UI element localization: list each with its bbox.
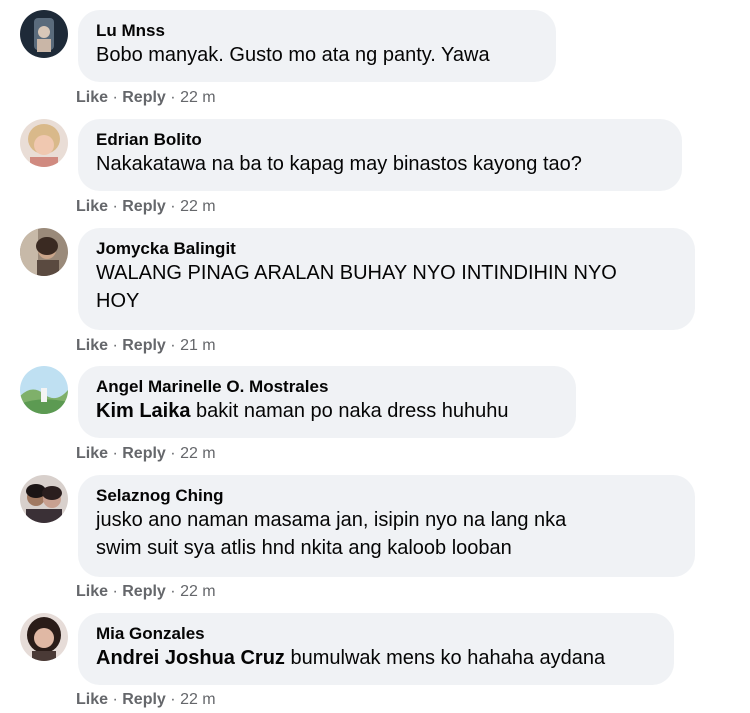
timestamp[interactable]: 21 m <box>180 337 216 354</box>
avatar[interactable] <box>20 613 68 661</box>
comment-actions: Like · Reply · 21 m <box>76 336 216 356</box>
comment-bubble[interactable]: Angel Marinelle O. Mostrales Kim Laika b… <box>78 366 576 438</box>
comment-author[interactable]: Mia Gonzales <box>96 623 656 644</box>
reply-button[interactable]: Reply <box>122 337 166 354</box>
mention-link[interactable]: Andrei Joshua Cruz <box>96 647 285 669</box>
avatar[interactable] <box>20 366 68 414</box>
comment-text-line-2: HOY <box>96 290 140 312</box>
comment-bubble[interactable]: Edrian Bolito Nakakatawa na ba to kapag … <box>78 119 682 191</box>
separator: · <box>170 337 176 354</box>
comment-text: Bobo manyak. Gusto mo ata ng panty. Yawa <box>96 44 490 66</box>
avatar-image <box>20 10 68 58</box>
comment-text: WALANG PINAG ARALAN BUHAY NYO INTINDIHIN… <box>96 262 617 284</box>
avatar-image <box>20 613 68 661</box>
like-button[interactable]: Like <box>76 445 108 462</box>
separator: · <box>112 583 118 600</box>
comment-body: bumulwak mens ko hahaha aydana <box>290 647 606 669</box>
separator: · <box>112 445 118 462</box>
comment-bubble[interactable]: Lu Mnss Bobo manyak. Gusto mo ata ng pan… <box>78 10 556 82</box>
comment-text: Nakakatawa na ba to kapag may binastos k… <box>96 153 582 175</box>
reply-button[interactable]: Reply <box>122 583 166 600</box>
timestamp[interactable]: 22 m <box>180 445 216 462</box>
avatar-image <box>20 119 68 167</box>
comment-actions: Like · Reply · 22 m <box>76 690 216 710</box>
separator: · <box>112 337 118 354</box>
comment-bubble[interactable]: Selaznog Ching jusko ano naman masama ja… <box>78 475 695 577</box>
avatar-image <box>20 366 68 414</box>
mention-link[interactable]: Kim Laika <box>96 400 190 422</box>
comment-author[interactable]: Edrian Bolito <box>96 129 664 150</box>
timestamp[interactable]: 22 m <box>180 583 216 600</box>
timestamp[interactable]: 22 m <box>180 691 216 708</box>
like-button[interactable]: Like <box>76 198 108 215</box>
reply-button[interactable]: Reply <box>122 691 166 708</box>
avatar[interactable] <box>20 228 68 276</box>
like-button[interactable]: Like <box>76 337 108 354</box>
comment-author[interactable]: Jomycka Balingit <box>96 238 677 259</box>
reply-button[interactable]: Reply <box>122 198 166 215</box>
reply-button[interactable]: Reply <box>122 445 166 462</box>
comment-text-line-2: swim suit sya atlis hnd nkita ang kaloob… <box>96 537 512 559</box>
separator: · <box>170 445 176 462</box>
like-button[interactable]: Like <box>76 583 108 600</box>
comment-text: Kim Laika bakit naman po naka dress huhu… <box>96 397 558 425</box>
comment-author[interactable]: Angel Marinelle O. Mostrales <box>96 376 558 397</box>
avatar[interactable] <box>20 475 68 523</box>
comment-bubble[interactable]: Mia Gonzales Andrei Joshua Cruz bumulwak… <box>78 613 674 685</box>
separator: · <box>112 89 118 106</box>
comment-author[interactable]: Lu Mnss <box>96 20 538 41</box>
reply-button[interactable]: Reply <box>122 89 166 106</box>
avatar[interactable] <box>20 10 68 58</box>
separator: · <box>112 198 118 215</box>
avatar-image <box>20 475 68 523</box>
separator: · <box>170 691 176 708</box>
comment-bubble[interactable]: Jomycka Balingit WALANG PINAG ARALAN BUH… <box>78 228 695 330</box>
separator: · <box>170 198 176 215</box>
comment-body: bakit naman po naka dress huhuhu <box>196 400 509 422</box>
separator: · <box>170 89 176 106</box>
like-button[interactable]: Like <box>76 691 108 708</box>
avatar[interactable] <box>20 119 68 167</box>
avatar-image <box>20 228 68 276</box>
comment-author[interactable]: Selaznog Ching <box>96 485 677 506</box>
comment-actions: Like · Reply · 22 m <box>76 88 216 108</box>
timestamp[interactable]: 22 m <box>180 198 216 215</box>
comment-text: jusko ano naman masama jan, isipin nyo n… <box>96 509 567 531</box>
separator: · <box>112 691 118 708</box>
comment-actions: Like · Reply · 22 m <box>76 582 216 602</box>
comment-actions: Like · Reply · 22 m <box>76 444 216 464</box>
comment-text: Andrei Joshua Cruz bumulwak mens ko haha… <box>96 644 656 672</box>
timestamp[interactable]: 22 m <box>180 89 216 106</box>
separator: · <box>170 583 176 600</box>
like-button[interactable]: Like <box>76 89 108 106</box>
comment-actions: Like · Reply · 22 m <box>76 197 216 217</box>
